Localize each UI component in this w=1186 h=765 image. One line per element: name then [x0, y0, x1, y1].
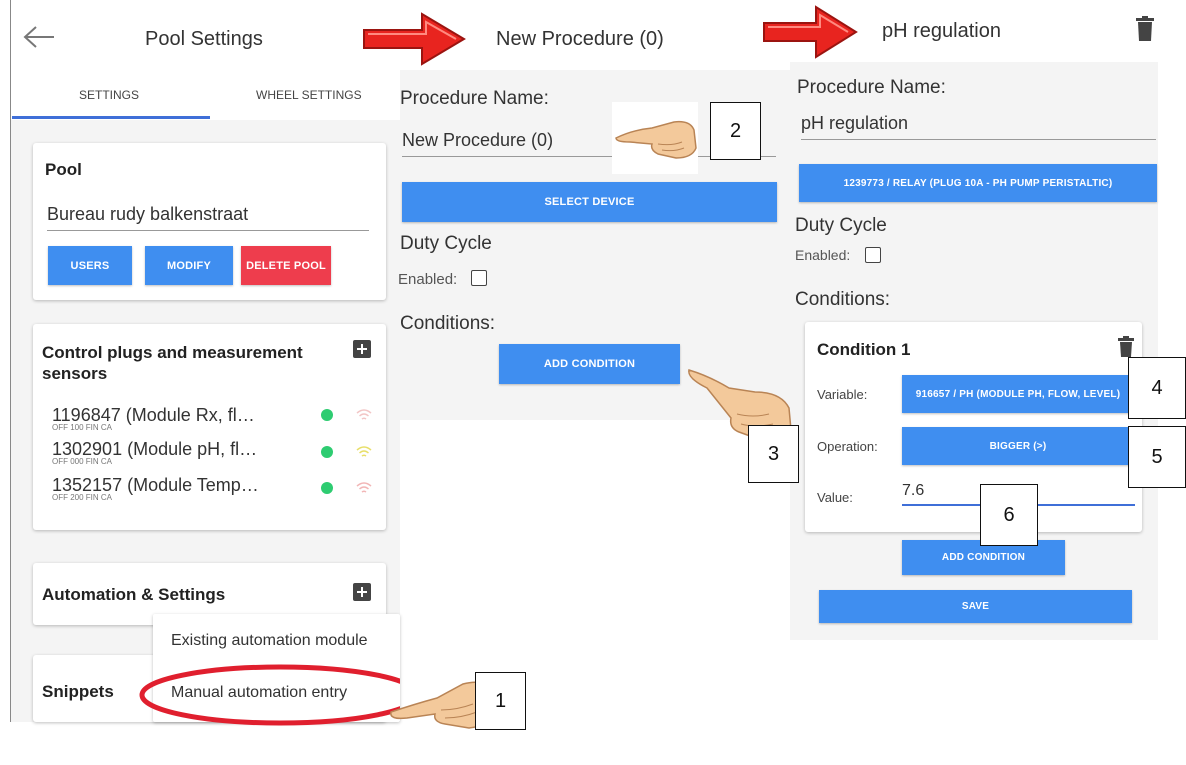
back-arrow-icon[interactable]	[22, 24, 56, 50]
device-row[interactable]: 1302901 (Module pH, fl… OFF 000 FIN CA	[52, 439, 322, 466]
conditions-label: Conditions:	[400, 313, 496, 334]
highlight-ellipse	[139, 664, 400, 726]
procedure-name-label: Procedure Name:	[797, 77, 946, 98]
trash-icon[interactable]	[1135, 16, 1155, 42]
variable-label: Variable:	[817, 387, 868, 402]
add-condition-button[interactable]: ADD CONDITION	[499, 344, 680, 384]
pool-heading: Pool	[45, 160, 82, 179]
snippets-heading: Snippets	[42, 682, 114, 701]
pointing-hand-icon	[612, 102, 698, 174]
add-automation-plus-icon[interactable]	[353, 583, 371, 601]
pool-name-field[interactable]: Bureau rudy balkenstraat	[47, 204, 369, 231]
page-title: New Procedure (0)	[496, 28, 664, 50]
pool-settings-screen: Pool Settings SETTINGS WHEEL SETTINGS Po…	[0, 0, 400, 726]
page-title: pH regulation	[882, 20, 1001, 42]
operation-select-button[interactable]: BIGGER (>)	[902, 427, 1134, 465]
tab-settings[interactable]: SETTINGS	[79, 88, 139, 102]
status-dot-icon	[321, 409, 333, 421]
duty-cycle-label: Duty Cycle	[795, 215, 887, 236]
save-button[interactable]: SAVE	[819, 590, 1132, 623]
wifi-icon	[356, 482, 372, 493]
enabled-label: Enabled:	[398, 271, 458, 288]
enabled-label: Enabled:	[795, 247, 851, 263]
modify-button[interactable]: MODIFY	[145, 246, 233, 285]
callout-2: 2	[710, 102, 761, 160]
condition-card: Condition 1 Variable: 916657 / PH (MODUL…	[805, 322, 1142, 532]
users-button[interactable]: USERS	[48, 246, 132, 285]
callout-3: 3	[748, 425, 799, 483]
duty-cycle-label: Duty Cycle	[400, 233, 492, 254]
delete-condition-trash-icon[interactable]	[1117, 336, 1135, 358]
device-button[interactable]: 1239773 / RELAY (PLUG 10A - PH PUMP PERI…	[799, 164, 1157, 202]
callout-1: 1	[475, 672, 526, 730]
pool-card: Pool Bureau rudy balkenstraat USERS MODI…	[33, 143, 386, 300]
callout-4: 4	[1128, 357, 1186, 419]
devices-heading: Control plugs and measurement sensors	[42, 343, 303, 383]
menu-item-existing-automation[interactable]: Existing automation module	[171, 632, 368, 650]
select-device-button[interactable]: SELECT DEVICE	[402, 182, 777, 222]
operation-label: Operation:	[817, 439, 878, 454]
callout-5: 5	[1128, 426, 1186, 488]
automation-heading: Automation & Settings	[42, 585, 226, 604]
duty-cycle-checkbox[interactable]	[471, 270, 487, 286]
device-row[interactable]: 1352157 (Module Temp… OFF 200 FIN CA	[52, 475, 322, 502]
wifi-icon	[356, 409, 372, 420]
active-tab-indicator	[12, 116, 210, 119]
wifi-icon	[356, 446, 372, 457]
value-label: Value:	[817, 490, 853, 505]
callout-6: 6	[980, 484, 1038, 546]
delete-pool-button[interactable]: DELETE POOL	[241, 246, 331, 285]
variable-select-button[interactable]: 916657 / PH (MODULE PH, FLOW, LEVEL)	[902, 375, 1134, 413]
procedure-name-label: Procedure Name:	[400, 88, 549, 109]
tab-wheel-settings[interactable]: WHEEL SETTINGS	[256, 88, 362, 102]
status-dot-icon	[321, 446, 333, 458]
status-dot-icon	[321, 482, 333, 494]
condition-heading: Condition 1	[817, 340, 911, 359]
add-device-plus-icon[interactable]	[353, 340, 371, 358]
arrow-right-icon	[363, 12, 466, 66]
procedure-name-input[interactable]: pH regulation	[801, 113, 1156, 140]
duty-cycle-checkbox[interactable]	[865, 247, 881, 263]
conditions-label: Conditions:	[795, 289, 891, 310]
arrow-right-icon	[763, 5, 858, 59]
device-row[interactable]: 1196847 (Module Rx, fl… OFF 100 FIN CA	[52, 405, 322, 432]
page-title: Pool Settings	[145, 28, 263, 50]
ph-regulation-screen: pH regulation Procedure Name: pH regulat…	[790, 0, 1158, 640]
